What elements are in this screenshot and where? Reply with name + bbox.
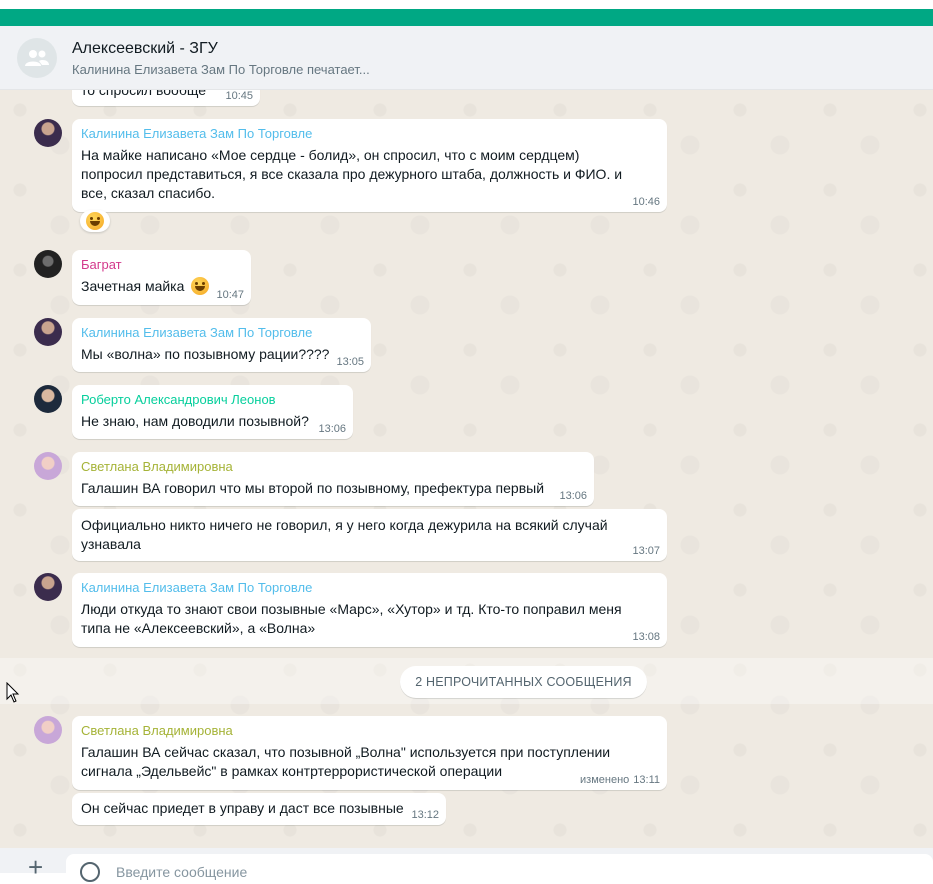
message-list[interactable]: то спросил вообще 10:45 Калинина Елизаве…: [0, 90, 933, 848]
message-sender[interactable]: Калинина Елизавета Зам По Торговле: [81, 125, 658, 143]
message-sender[interactable]: Светлана Владимировна: [81, 458, 585, 476]
message-text: Официально никто ничего не говорил, я у …: [81, 517, 608, 552]
group-avatar[interactable]: [17, 38, 57, 78]
message-time: 13:12: [411, 809, 439, 821]
message-bubble[interactable]: Роберто Александрович Леонов Не знаю, на…: [72, 385, 353, 439]
message-sender[interactable]: Калинина Елизавета Зам По Торговле: [81, 579, 658, 597]
message-time: 13:06: [318, 423, 346, 435]
message-time: 10:45: [225, 90, 253, 102]
avatar-kalinina[interactable]: [34, 119, 62, 147]
grinning-face-icon: [191, 277, 210, 295]
edited-label: изменено: [580, 774, 630, 786]
message-bubble[interactable]: Светлана Владимировна Галашин ВА говорил…: [72, 452, 594, 506]
message-bubble[interactable]: Калинина Елизавета Зам По Торговле Люди …: [72, 573, 667, 647]
brand-bar: [0, 9, 933, 26]
emoji-picker-icon[interactable]: [80, 862, 100, 882]
message-bubble[interactable]: Он сейчас приедет в управу и даст все по…: [72, 793, 446, 825]
window-top-strip: [0, 0, 933, 9]
avatar-svetlana[interactable]: [34, 452, 62, 480]
composer-bar: + Введите сообщение: [0, 848, 933, 884]
message-text: Галашин ВА сейчас сказал, что позывной „…: [81, 744, 611, 779]
message-sender[interactable]: Светлана Владимировна: [81, 722, 658, 740]
message-bubble[interactable]: то спросил вообще 10:45: [72, 90, 260, 106]
message-text: Мы «волна» по позывному рации????: [81, 346, 330, 362]
chat-title: Алексеевский - ЗГУ: [72, 40, 218, 57]
message-sender[interactable]: Калинина Елизавета Зам По Торговле: [81, 324, 362, 342]
message-text: На майке написано «Мое сердце - болид», …: [81, 147, 623, 201]
avatar-bagrat[interactable]: [34, 250, 62, 278]
message-input-placeholder: Введите сообщение: [116, 864, 248, 880]
message-bubble[interactable]: Официально никто ничего не говорил, я у …: [72, 509, 667, 561]
avatar-svetlana[interactable]: [34, 716, 62, 744]
message-time: 13:05: [336, 356, 364, 368]
message-bubble[interactable]: Светлана Владимировна Галашин ВА сейчас …: [72, 716, 667, 790]
mouse-cursor-icon: [6, 682, 20, 703]
message-time: 10:47: [216, 289, 244, 301]
message-time: 13:06: [559, 490, 587, 502]
avatar-kalinina[interactable]: [34, 573, 62, 601]
avatar-leonov[interactable]: [34, 385, 62, 413]
message-bubble[interactable]: Калинина Елизавета Зам По Торговле На ма…: [72, 119, 667, 212]
message-text: Галашин ВА говорил что мы второй по позы…: [81, 480, 545, 496]
message-time-row: изменено 13:11: [580, 774, 660, 786]
laughing-emoji-icon: [86, 212, 104, 230]
attach-plus-icon[interactable]: +: [28, 854, 43, 880]
message-text: Не знаю, нам доводили позывной?: [81, 413, 309, 429]
group-icon: [25, 50, 49, 66]
message-time: 13:08: [632, 631, 660, 643]
message-bubble[interactable]: Калинина Елизавета Зам По Торговле Мы «в…: [72, 318, 371, 372]
message-text: Зачетная майка: [81, 278, 185, 294]
avatar-kalinina[interactable]: [34, 318, 62, 346]
unread-messages-label: 2 НЕПРОЧИТАННЫХ СООБЩЕНИЯ: [400, 666, 647, 698]
message-sender[interactable]: Роберто Александрович Леонов: [81, 391, 344, 409]
message-bubble[interactable]: Баграт Зачетная майка 10:47: [72, 250, 251, 305]
chat-header[interactable]: Алексеевский - ЗГУ Калинина Елизавета За…: [0, 26, 933, 90]
message-text: Он сейчас приедет в управу и даст все по…: [81, 800, 404, 816]
message-reaction[interactable]: [80, 210, 110, 232]
message-time: 13:07: [632, 545, 660, 557]
message-sender[interactable]: Баграт: [81, 256, 242, 274]
message-time: 13:11: [633, 774, 660, 786]
typing-status: Калинина Елизавета Зам По Торговле печат…: [72, 62, 370, 77]
message-text: Люди откуда то знают свои позывные «Марс…: [81, 601, 622, 636]
message-time: 10:46: [632, 196, 660, 208]
